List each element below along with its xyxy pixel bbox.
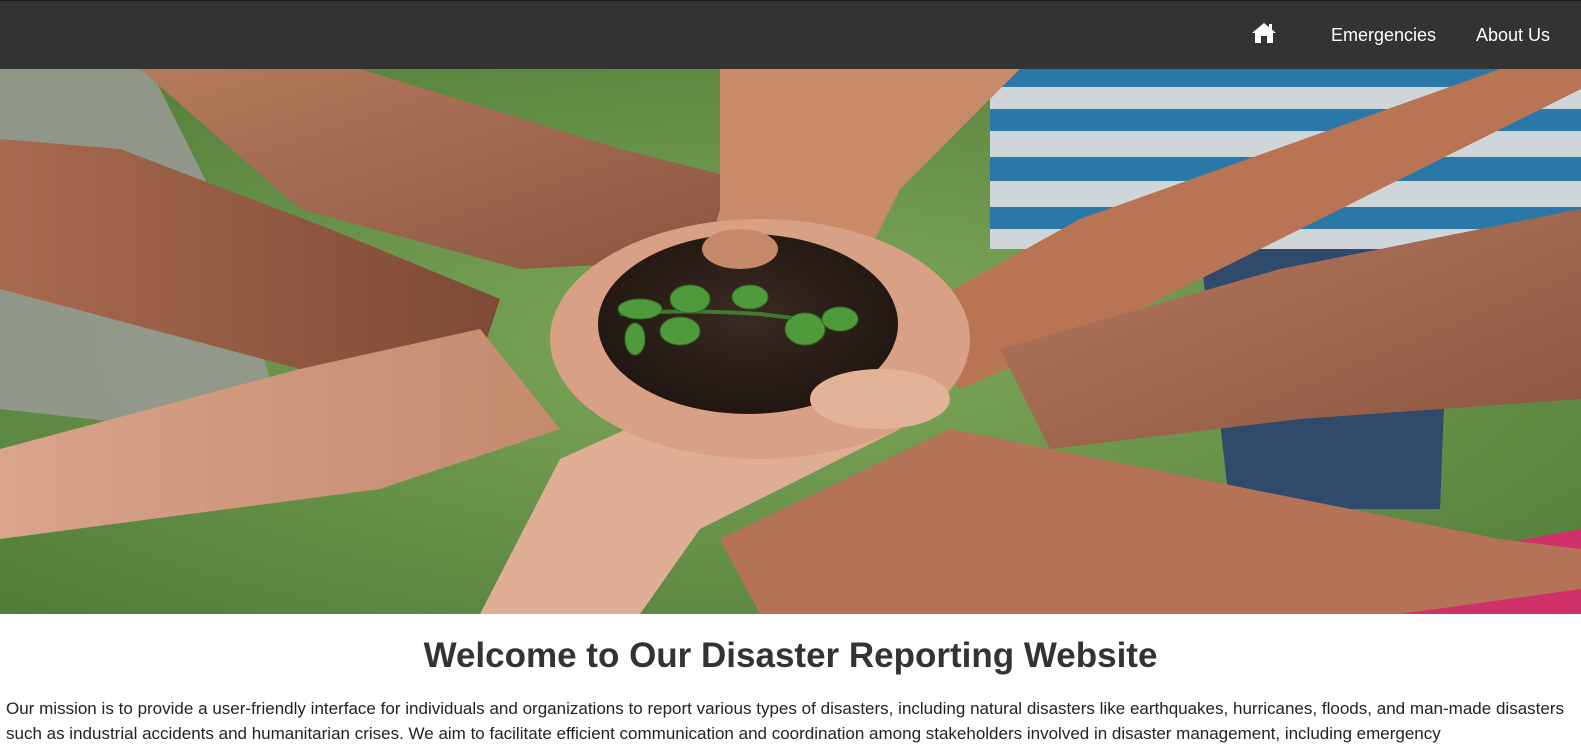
mission-paragraph: Our mission is to provide a user-friendl…	[6, 699, 1564, 743]
top-navbar: Emergencies About Us	[0, 0, 1581, 69]
home-icon	[1251, 22, 1277, 49]
home-link[interactable]	[1248, 1, 1280, 70]
hero-image	[0, 69, 1581, 614]
nav-emergencies-link[interactable]: Emergencies	[1331, 1, 1436, 70]
nav-about-us-link[interactable]: About Us	[1476, 1, 1550, 70]
page-title: Welcome to Our Disaster Reporting Websit…	[423, 636, 1158, 675]
